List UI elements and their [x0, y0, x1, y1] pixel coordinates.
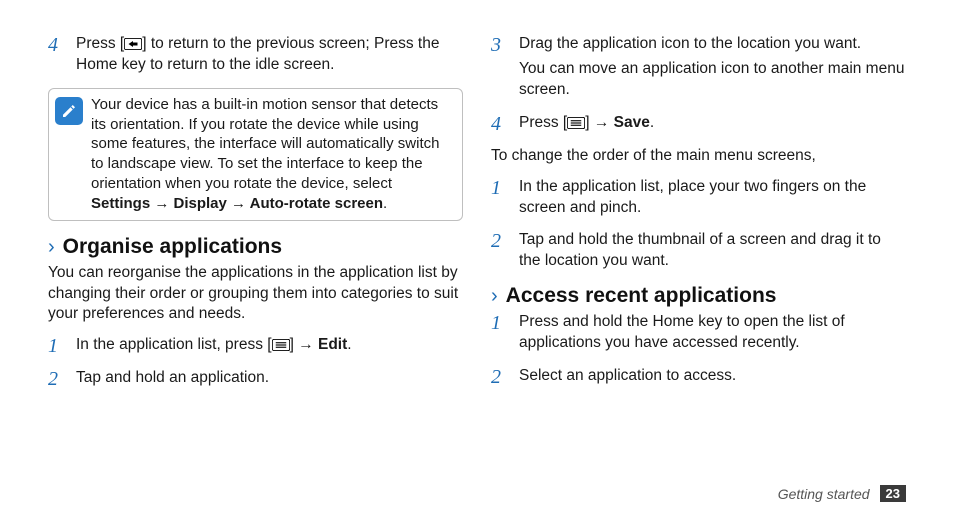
- step-number: 2: [48, 369, 66, 394]
- bold: Edit: [318, 336, 347, 353]
- text: Tap and hold an application.: [76, 368, 463, 389]
- footer: Getting started 23: [778, 485, 906, 502]
- right-step-4: 4 Press [ ] → Save.: [491, 113, 906, 138]
- step-body: In the application list, press [ ] → Edit…: [76, 335, 463, 360]
- page: 4 Press [] to return to the previous scr…: [0, 0, 954, 518]
- text: .: [383, 195, 387, 212]
- left-step-2: 2 Tap and hold an application.: [48, 368, 463, 393]
- path-bold: Settings → Display → Auto-rotate screen: [91, 195, 383, 212]
- step-body: Press [ ] → Save.: [519, 113, 906, 138]
- footer-section: Getting started: [778, 486, 870, 502]
- text: Tap and hold the thumbnail of a screen a…: [519, 230, 906, 272]
- text: Your device has a built-in motion sensor…: [91, 96, 439, 192]
- heading-text: Access recent applications: [506, 284, 777, 308]
- columns: 4 Press [] to return to the previous scr…: [48, 32, 906, 401]
- text: ] →: [290, 336, 318, 353]
- menu-icon: [272, 339, 290, 351]
- step-number: 4: [491, 114, 509, 139]
- page-number: 23: [880, 485, 906, 502]
- step-body: Select an application to access.: [519, 366, 906, 391]
- step-body: Press and hold the Home key to open the …: [519, 312, 906, 358]
- note-text: Your device has a built-in motion sensor…: [91, 95, 452, 214]
- step-number: 4: [48, 35, 66, 81]
- right-column: 3 Drag the application icon to the locat…: [491, 32, 906, 401]
- right-step-2b: 2 Tap and hold the thumbnail of a screen…: [491, 230, 906, 276]
- step-number: 1: [491, 178, 509, 224]
- text: You can move an application icon to anot…: [519, 59, 906, 101]
- pencil-icon: [60, 102, 78, 120]
- heading-access: › Access recent applications: [491, 284, 906, 308]
- left-step-4: 4 Press [] to return to the previous scr…: [48, 34, 463, 80]
- mid-paragraph: To change the order of the main menu scr…: [491, 146, 906, 167]
- right-step-a1: 1 Press and hold the Home key to open th…: [491, 312, 906, 358]
- step-number: 1: [491, 313, 509, 359]
- step-body: Tap and hold the thumbnail of a screen a…: [519, 230, 906, 276]
- step-body: Drag the application icon to the locatio…: [519, 34, 906, 105]
- note-callout: Your device has a built-in motion sensor…: [48, 88, 463, 221]
- step-body: Press [] to return to the previous scree…: [76, 34, 463, 80]
- back-icon: [124, 38, 142, 50]
- heading-text: Organise applications: [63, 235, 282, 259]
- chevron-icon: ›: [48, 237, 55, 257]
- step-body: In the application list, place your two …: [519, 177, 906, 223]
- bold: Save: [614, 114, 650, 131]
- text: Press [: [519, 114, 567, 131]
- step-number: 1: [48, 336, 66, 361]
- text: In the application list, place your two …: [519, 177, 906, 219]
- step-number: 2: [491, 231, 509, 277]
- text: In the application list, press [: [76, 336, 272, 353]
- right-step-3: 3 Drag the application icon to the locat…: [491, 34, 906, 105]
- text: .: [347, 336, 351, 353]
- text: ] →: [585, 114, 613, 131]
- left-step-1: 1 In the application list, press [ ] → Ed…: [48, 335, 463, 360]
- text: Select an application to access.: [519, 366, 906, 387]
- text: Press [: [76, 35, 124, 52]
- left-column: 4 Press [] to return to the previous scr…: [48, 32, 463, 401]
- chevron-icon: ›: [491, 286, 498, 306]
- heading-organise: › Organise applications: [48, 235, 463, 259]
- step-body: Tap and hold an application.: [76, 368, 463, 393]
- right-step-1b: 1 In the application list, place your tw…: [491, 177, 906, 223]
- text: Drag the application icon to the locatio…: [519, 34, 906, 55]
- step-number: 2: [491, 367, 509, 392]
- note-icon: [55, 97, 83, 125]
- menu-icon: [567, 117, 585, 129]
- intro-paragraph: You can reorganise the applications in t…: [48, 263, 463, 326]
- right-step-a2: 2 Select an application to access.: [491, 366, 906, 391]
- text: .: [650, 114, 654, 131]
- text: Press and hold the Home key to open the …: [519, 312, 906, 354]
- step-number: 3: [491, 35, 509, 106]
